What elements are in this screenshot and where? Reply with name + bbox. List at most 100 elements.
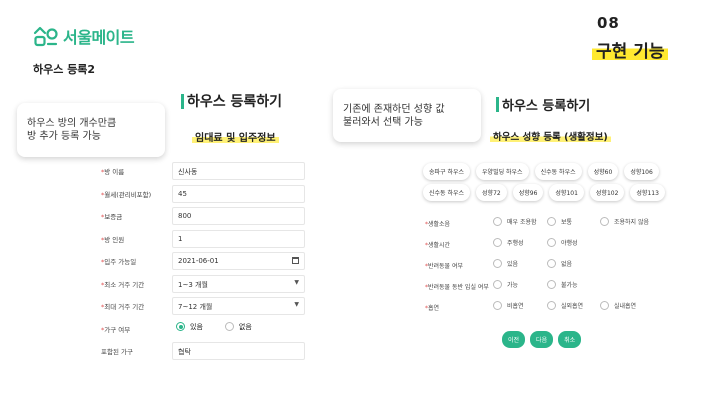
tendency-chip[interactable]: 송파구 하우스 [423,163,471,180]
option-radio[interactable]: 주행성 [493,238,524,247]
tendency-chip[interactable]: 성향102 [589,184,625,201]
radio-dot[interactable] [224,322,234,331]
radio-label: 조용하지 않음 [614,219,650,226]
tendency-chip[interactable]: 성향113 [630,184,665,201]
note-line: 불러와서 선택 가능 [343,117,423,128]
radio-dot[interactable] [600,301,609,310]
brand-logo: 서울메이트 [33,24,135,48]
dropdown-caret-icon: ▼ [294,278,299,286]
prev-button[interactable]: 이전 [502,331,526,348]
radio-dot[interactable] [176,322,185,331]
radio-dot[interactable] [547,259,556,268]
field-label: *최대 거주 기간 [101,301,144,311]
tendency-chip[interactable]: 성향60 [587,163,619,180]
option-radio[interactable]: 불가능 [547,280,578,289]
tendency-chip[interactable]: 성향72 [476,184,507,201]
radio-dot[interactable] [547,238,556,247]
form-row-deposit: *보증금 800 [95,205,310,228]
note-line: 하우스 방의 개수만큼 [27,118,117,129]
right-heading-text: 하우스 등록하기 [502,99,591,114]
field-label: *입주 가능일 [101,256,136,266]
option-radio[interactable]: 가능 [493,280,518,289]
radio-label: 있음 [507,261,519,268]
tendency-chip-row: 송파구 하우스 우양빌딩 하우스 신수동 하우스 성향60 성향106 [423,163,663,180]
radio-dot[interactable] [547,301,556,310]
min-stay-select[interactable]: 1~3 개월 ▼ [172,274,305,293]
radio-dot[interactable] [547,280,556,289]
dropdown-caret-icon: ▼ [294,301,299,308]
radio-label: 보통 [561,219,573,226]
form-row-min-stay: *최소 거주 기간 1~3 개월 ▼ [95,273,310,296]
move-in-date-input[interactable]: 2021-06-01 [172,252,305,270]
option-radio[interactable]: 매우 조용함 [493,217,537,226]
next-button[interactable]: 다음 [530,331,554,348]
radio-dot[interactable] [547,217,556,226]
house-logo-icon [33,26,58,47]
radio-label: 불가능 [561,282,578,289]
cancel-button[interactable]: 취소 [558,331,582,348]
deposit-input[interactable]: 800 [172,207,305,225]
option-radio[interactable]: 실내흡연 [600,301,636,310]
radio-dot[interactable] [600,217,609,226]
tendency-chip[interactable]: 신수동 하우스 [423,184,471,201]
radio-dot[interactable] [493,217,502,226]
max-stay-select[interactable]: 7~12 개월 ▼ [172,297,305,315]
note-line: 방 추가 등록 가능 [27,131,101,142]
radio-label: 야행성 [561,240,578,247]
option-radio[interactable]: 보통 [547,217,572,226]
form-row-furniture: *가구 여부 있음 없음 [95,318,310,341]
lifestyle-options: *생활소음 매우 조용함 보통 조용하지 않음 *생활시간 주행성 야행성 *반… [425,216,675,321]
option-radio[interactable]: 실외흡연 [547,301,583,310]
option-radio[interactable]: 있음 [493,259,518,268]
option-radio[interactable]: 비흡연 [493,301,524,310]
select-value: 1~3 개월 [178,280,208,289]
left-callout-note: 하우스 방의 개수만큼 방 추가 등록 가능 [17,103,165,157]
option-radio[interactable]: 야행성 [547,238,578,247]
brand-name: 서울메이트 [63,28,135,47]
option-label: *반려동물 여부 [425,261,463,270]
tendency-chip[interactable]: 신수동 하우스 [534,163,582,180]
furniture-yes-radio[interactable]: 있음 [176,322,203,332]
right-callout-note: 기존에 존재하던 성향 값 불러와서 선택 가능 [333,89,481,142]
tendency-chip[interactable]: 우양빌딩 하우스 [476,163,529,180]
heading-accent-bar [181,93,184,109]
field-label-text: 방 인원 [104,235,125,244]
select-value: 7~12 개월 [178,303,213,311]
occupants-input[interactable]: 1 [172,229,305,248]
option-label-text: 생활시간 [428,242,451,249]
radio-dot[interactable] [493,238,502,247]
radio-label: 가능 [507,282,519,289]
radio-dot[interactable] [493,301,502,310]
calendar-icon[interactable] [292,257,299,264]
note-line: 기존에 존재하던 성향 값 [343,104,445,115]
furniture-no-radio[interactable]: 없음 [224,322,252,332]
rent-input[interactable]: 45 [172,184,305,203]
option-radio[interactable]: 조용하지 않음 [600,217,649,226]
option-label-text: 반려동물 여부 [428,263,464,270]
radio-label: 매우 조용함 [507,219,537,226]
form-row-move-in-date: *입주 가능일 2021-06-01 [95,250,310,273]
tendency-chip[interactable]: 성향106 [624,163,659,180]
radio-label: 없음 [238,322,252,331]
form-row-occupants: *방 인원 1 [95,228,310,251]
radio-label: 있음 [190,322,203,331]
field-label: *최소 거주 기간 [101,279,144,289]
radio-dot[interactable] [493,259,502,268]
radio-label: 없음 [561,261,573,268]
option-row-lifetime: *생활시간 주행성 야행성 [425,237,675,258]
right-subheading: 하우스 성향 등록 (생활정보) [490,129,611,143]
slide-title: 구현 기능 [592,37,669,62]
tendency-chip[interactable]: 성향96 [512,184,544,201]
option-label-text: 반려동물 동반 입실 여부 [428,284,489,291]
furniture-radio-group: 있음 없음 [176,322,252,332]
field-label-text: 가구 여부 [104,325,131,334]
option-radio[interactable]: 없음 [547,259,572,268]
heading-accent-bar [496,97,499,112]
tendency-chip[interactable]: 성향101 [549,184,584,201]
field-label: *방 인원 [101,234,124,244]
radio-dot[interactable] [493,280,502,289]
room-name-input[interactable]: 신사동 [172,162,305,180]
included-furniture-input[interactable]: 협탁 [172,342,305,360]
date-value: 2021-06-01 [178,257,219,265]
left-subheading: 임대료 및 입주정보 [192,129,279,144]
